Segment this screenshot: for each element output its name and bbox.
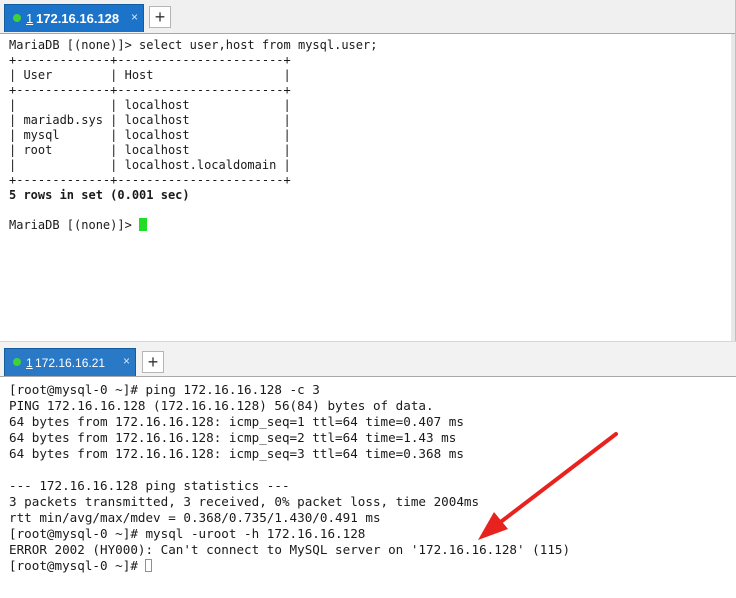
shell-prompt: [root@mysql-0 ~]# <box>9 558 146 573</box>
terminal-line: 64 bytes from 172.16.16.128: icmp_seq=3 … <box>9 446 464 461</box>
result-summary-line: 5 rows in set (0.001 sec) <box>9 188 190 202</box>
terminal-line: | mysql | localhost | <box>9 128 291 142</box>
prompt-line: MariaDB [(none)]> <box>9 218 377 233</box>
terminal-line: MariaDB [(none)]> select user,host from … <box>9 38 378 52</box>
bottom-terminal-pane[interactable]: 1 172.16.16.21 × + [root@mysql-0 ~]# pin… <box>0 341 736 598</box>
terminal-line: 3 packets transmitted, 3 received, 0% pa… <box>9 494 480 509</box>
terminal-output[interactable]: [root@mysql-0 ~]# ping 172.16.16.128 -c … <box>9 382 570 574</box>
error-line: ERROR 2002 (HY000): Can't connect to MyS… <box>9 542 571 557</box>
terminal-line: [root@mysql-0 ~]# ping 172.16.16.128 -c … <box>9 382 320 397</box>
top-terminal-pane[interactable]: 1 172.16.16.128 × + MariaDB [(none)]> se… <box>0 0 736 341</box>
tab-host-label: 172.16.16.21 <box>35 356 106 370</box>
terminal-line: 64 bytes from 172.16.16.128: icmp_seq=2 … <box>9 430 457 445</box>
terminal-line: +-------------+-----------------------+ <box>9 173 291 187</box>
terminal-line: +-------------+-----------------------+ <box>9 53 291 67</box>
cursor <box>139 218 148 231</box>
connected-status-icon <box>13 358 21 366</box>
tab-number: 1 <box>26 356 33 370</box>
tab-number: 1 <box>26 11 34 26</box>
connected-status-icon <box>13 14 21 22</box>
terminal-line: rtt min/avg/max/mdev = 0.368/0.735/1.430… <box>9 510 381 525</box>
terminal-line: | User | Host | <box>9 68 291 82</box>
add-tab-button[interactable]: + <box>149 6 171 28</box>
terminal-line: [root@mysql-0 ~]# mysql -uroot -h 172.16… <box>9 526 366 541</box>
terminal-line: PING 172.16.16.128 (172.16.16.128) 56(84… <box>9 398 434 413</box>
session-tab-172-16-16-128[interactable]: 1 172.16.16.128 × <box>4 4 144 32</box>
close-tab-icon[interactable]: × <box>131 10 138 24</box>
add-tab-button[interactable]: + <box>142 351 164 373</box>
scrollbar[interactable] <box>731 34 735 341</box>
top-tab-bar: 1 172.16.16.128 × + <box>0 0 735 34</box>
terminal-line: | | localhost.localdomain | <box>9 158 291 172</box>
cursor <box>145 559 153 572</box>
prompt-line: [root@mysql-0 ~]# <box>9 558 570 574</box>
terminal-line: --- 172.16.16.128 ping statistics --- <box>9 478 290 493</box>
terminal-line: | | localhost | <box>9 98 291 112</box>
terminal-output[interactable]: MariaDB [(none)]> select user,host from … <box>9 38 377 233</box>
bottom-tab-bar: 1 172.16.16.21 × + <box>0 341 736 377</box>
close-tab-icon[interactable]: × <box>123 354 130 368</box>
terminal-line: 64 bytes from 172.16.16.128: icmp_seq=1 … <box>9 414 464 429</box>
terminal-line: | mariadb.sys | localhost | <box>9 113 291 127</box>
terminal-line: ​ <box>9 462 570 478</box>
mariadb-prompt: MariaDB [(none)]> <box>9 218 140 232</box>
terminal-line: +-------------+-----------------------+ <box>9 83 291 97</box>
session-tab-172-16-16-21[interactable]: 1 172.16.16.21 × <box>4 348 136 376</box>
tab-host-label: 172.16.16.128 <box>36 11 120 26</box>
terminal-line: | root | localhost | <box>9 143 291 157</box>
